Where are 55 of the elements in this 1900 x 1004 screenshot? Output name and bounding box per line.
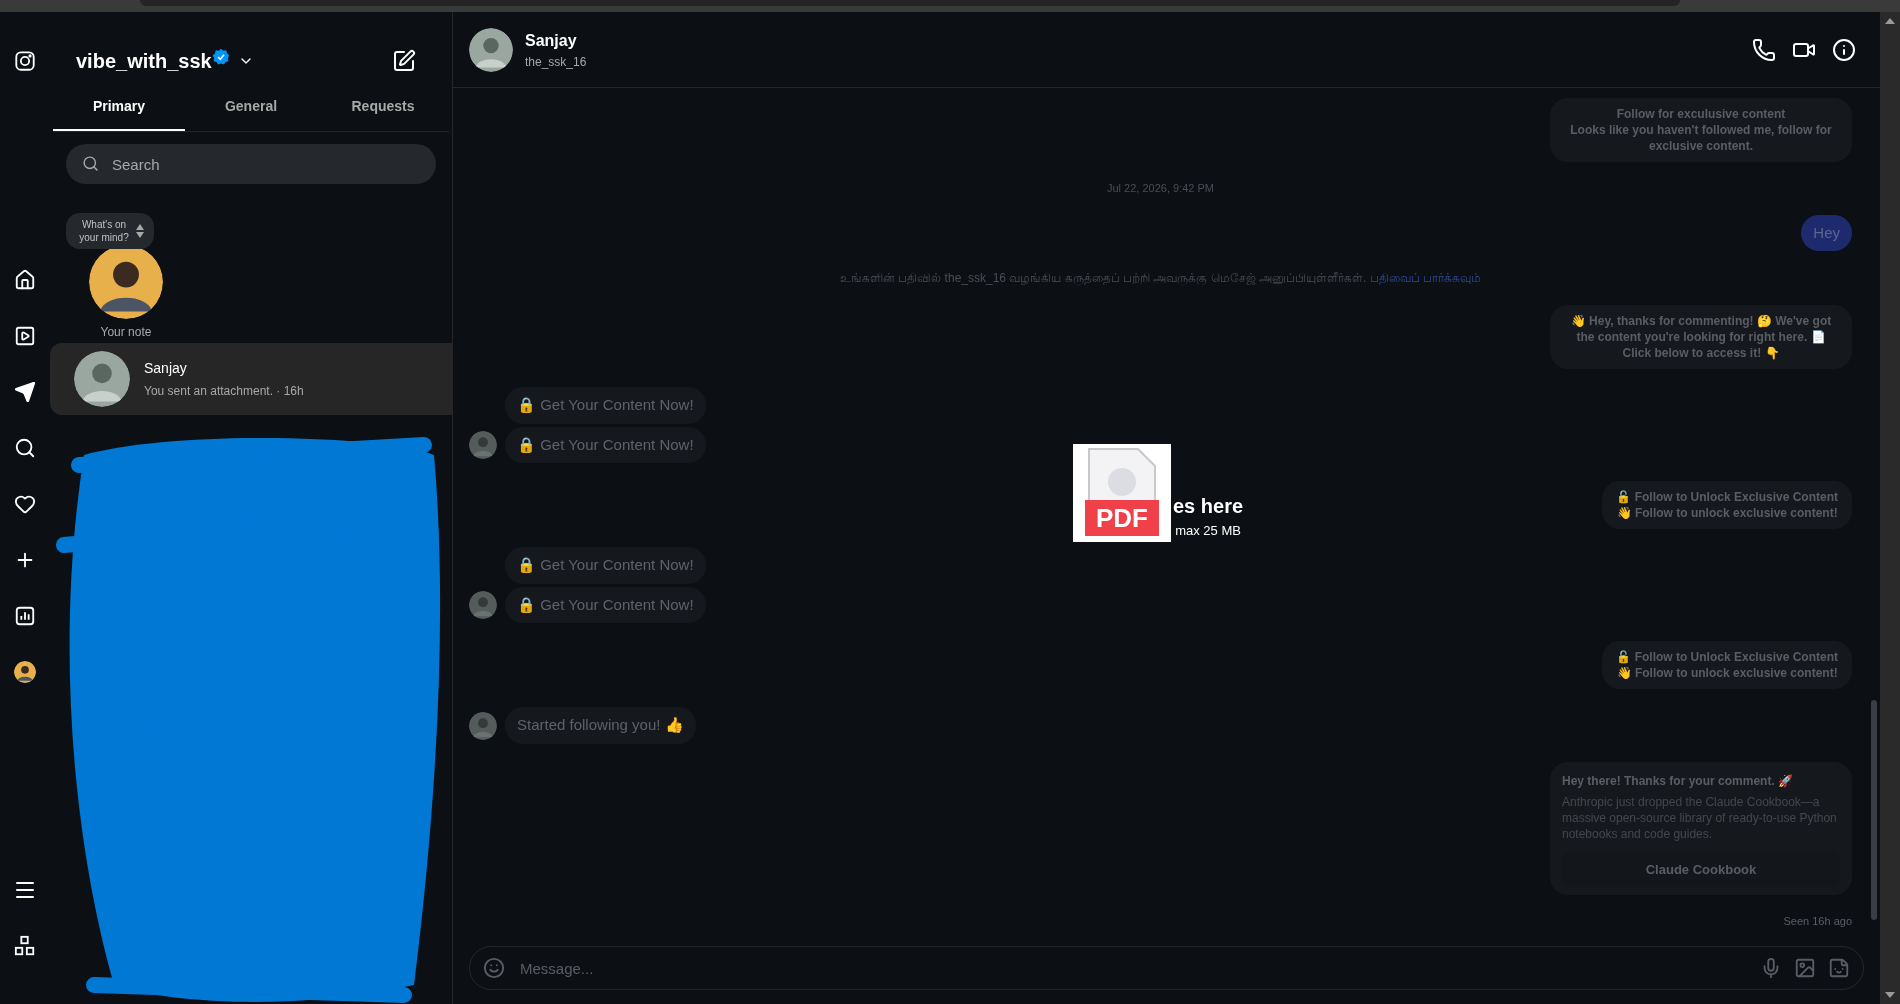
message-card: 👋 Hey, thanks for commenting! 🤔 We've got the content you're looking for right here. 📄 Click below to access it! 👇 (1550, 305, 1852, 370)
tab[interactable]: General (185, 96, 317, 131)
emoji-icon[interactable] (483, 957, 505, 979)
seen-status: Seen 16h ago (1783, 914, 1852, 930)
file-type-label: PDF (1085, 500, 1159, 536)
send-icon[interactable] (14, 381, 36, 403)
document-page-icon (1088, 448, 1156, 500)
camera-logo-icon[interactable] (14, 50, 36, 72)
account-username[interactable]: vibe_with_ssk (76, 46, 212, 76)
sender-avatar (469, 431, 497, 460)
sender-avatar (469, 711, 497, 740)
heart-icon[interactable] (14, 493, 36, 515)
note-prompt: What's on your mind? (78, 218, 130, 244)
tab[interactable]: Primary (53, 96, 185, 131)
contact-avatar (469, 27, 513, 72)
message-preview: You sent an attachment. · 16h (144, 383, 304, 400)
up-arrow-icon[interactable] (136, 224, 144, 230)
profile-avatar (14, 661, 36, 683)
conversation-row[interactable]: Sanjay You sent an attachment. · 16h (50, 343, 452, 415)
chat-contact-handle: the_ssk_16 (525, 53, 587, 71)
received-message: 🔒 Get Your Content Now! (505, 586, 706, 624)
received-message: Started following you! 👍 (505, 707, 696, 744)
down-arrow-icon[interactable] (136, 232, 144, 238)
phone-icon[interactable] (1752, 37, 1776, 62)
system-notice: உங்களின் பதிவில் the_ssk_16 வழங்கிய கருத்தைப் பற்றி அவருக்கு மெசேஜ் அனுப்பியுள்ளீர்கள். பதிவைப் பார்க்கவும் (839, 270, 1482, 288)
image-icon[interactable] (1794, 957, 1816, 979)
page-scrollbar[interactable] (1880, 12, 1900, 1004)
chart-icon[interactable] (14, 605, 36, 627)
drop-title: es here (1173, 493, 1244, 519)
received-message: 🔒 Get Your Content Now! (505, 387, 706, 424)
message-card: Follow for exculusive content Looks like you haven't followed me, follow for exclusive content. (1550, 98, 1852, 162)
play-icon[interactable] (14, 325, 36, 347)
size-limit: max 25 MB (1175, 521, 1241, 540)
sticker-icon[interactable] (1828, 957, 1850, 979)
card-title: Hey there! Thanks for your comment. 🚀 (1562, 772, 1795, 790)
apps-icon[interactable] (14, 935, 36, 957)
message-card: 🔓 Follow to Unlock Exclusive Content 👋 Follow to unlock exclusive content! (1602, 481, 1852, 530)
search-icon[interactable] (14, 437, 36, 459)
search-icon (82, 155, 99, 172)
compose-icon[interactable] (392, 49, 416, 73)
sent-message: Hey (1801, 214, 1852, 252)
received-message: 🔒 Get Your Content Now! (505, 547, 706, 584)
message-card: 🔓 Follow to Unlock Exclusive Content 👋 Follow to unlock exclusive content! (1602, 641, 1852, 690)
note-bubble[interactable]: What's on your mind? (66, 213, 154, 249)
message-field[interactable]: Message... (469, 946, 1864, 990)
sender-avatar (469, 591, 497, 620)
tab[interactable]: Requests (317, 96, 449, 131)
note-label: Your note (100, 324, 152, 341)
info-icon[interactable] (1832, 37, 1856, 62)
chat-contact-name[interactable]: Sanjay (525, 28, 587, 53)
received-message: 🔒 Get Your Content Now! (505, 426, 706, 464)
contact-name: Sanjay (144, 359, 188, 378)
search-field[interactable]: Search (66, 144, 436, 184)
home-icon[interactable] (14, 269, 36, 291)
contact-avatar (74, 351, 130, 407)
